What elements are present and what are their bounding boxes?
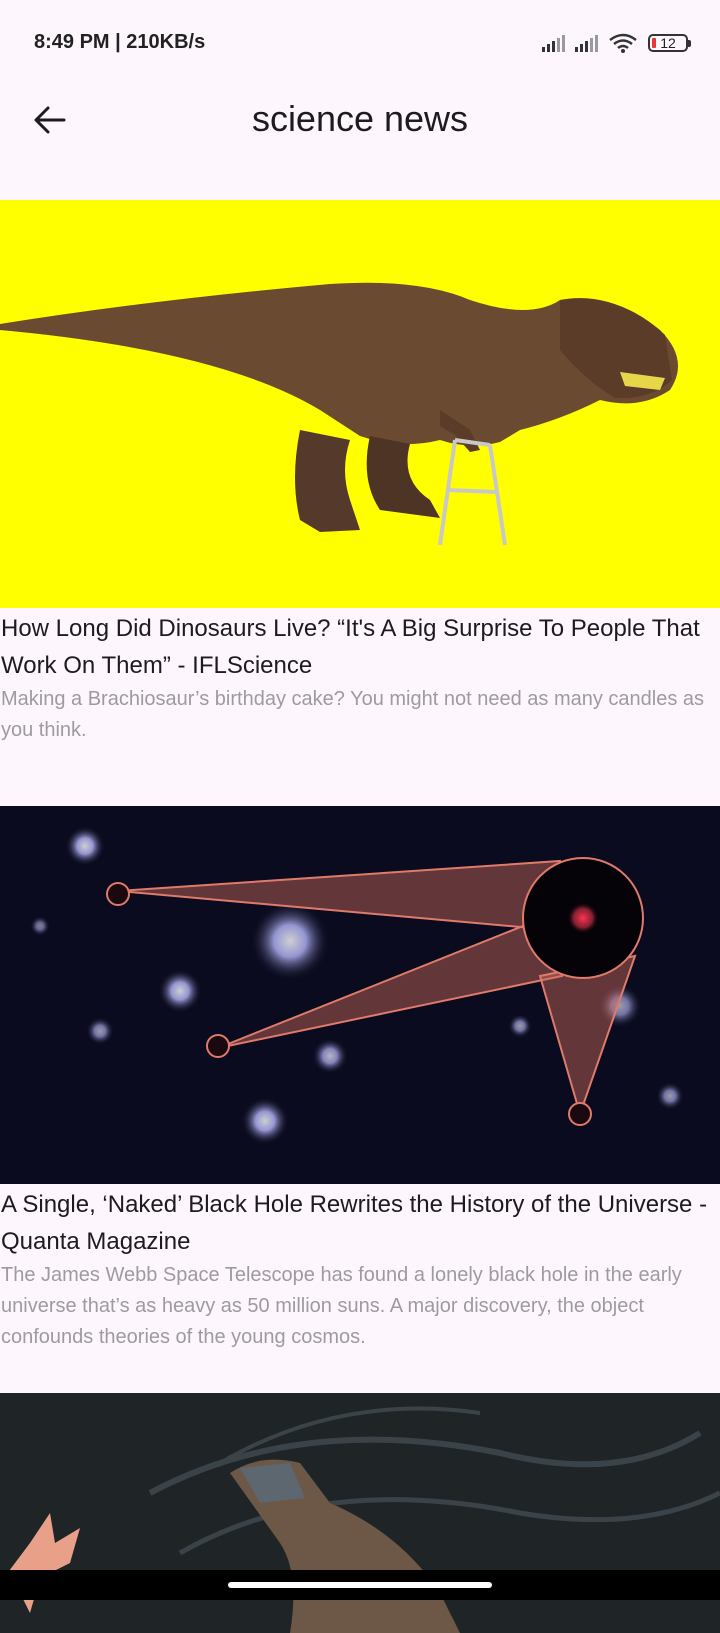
article-image-space-black-hole: [0, 806, 720, 1184]
battery-icon: 12: [648, 34, 691, 52]
signal-1-icon: [542, 34, 565, 52]
system-navigation-bar: [0, 1570, 720, 1600]
battery-level: 12: [660, 35, 676, 51]
article-divider-space: [0, 746, 720, 806]
article-title[interactable]: A Single, ‘Naked’ Black Hole Rewrites th…: [0, 1184, 720, 1260]
home-indicator[interactable]: [228, 1582, 492, 1588]
wifi-icon: [609, 33, 637, 53]
status-bar: 8:49 PM | 210KB/s 12: [0, 0, 720, 88]
article-description: Making a Brachiosaur’s birthday cake? Yo…: [1, 688, 705, 741]
page-title: science news: [251, 98, 469, 139]
signal-2-icon: [575, 34, 598, 52]
article-title[interactable]: How Long Did Dinosaurs Live? “It's A Big…: [0, 608, 720, 684]
status-time-speed: 8:49 PM | 210KB/s: [34, 31, 206, 53]
news-feed[interactable]: How Long Did Dinosaurs Live? “It's A Big…: [0, 200, 720, 1633]
article-image-dinosaur: [0, 200, 720, 608]
status-icons: 12: [542, 32, 691, 54]
news-article-card[interactable]: How Long Did Dinosaurs Live? “It's A Big…: [0, 200, 720, 746]
article-description: The James Webb Space Telescope has found…: [1, 1264, 682, 1348]
app-bar: science news: [0, 88, 720, 152]
news-article-card[interactable]: A Single, ‘Naked’ Black Hole Rewrites th…: [0, 806, 720, 1353]
article-divider-space: [0, 1353, 720, 1393]
